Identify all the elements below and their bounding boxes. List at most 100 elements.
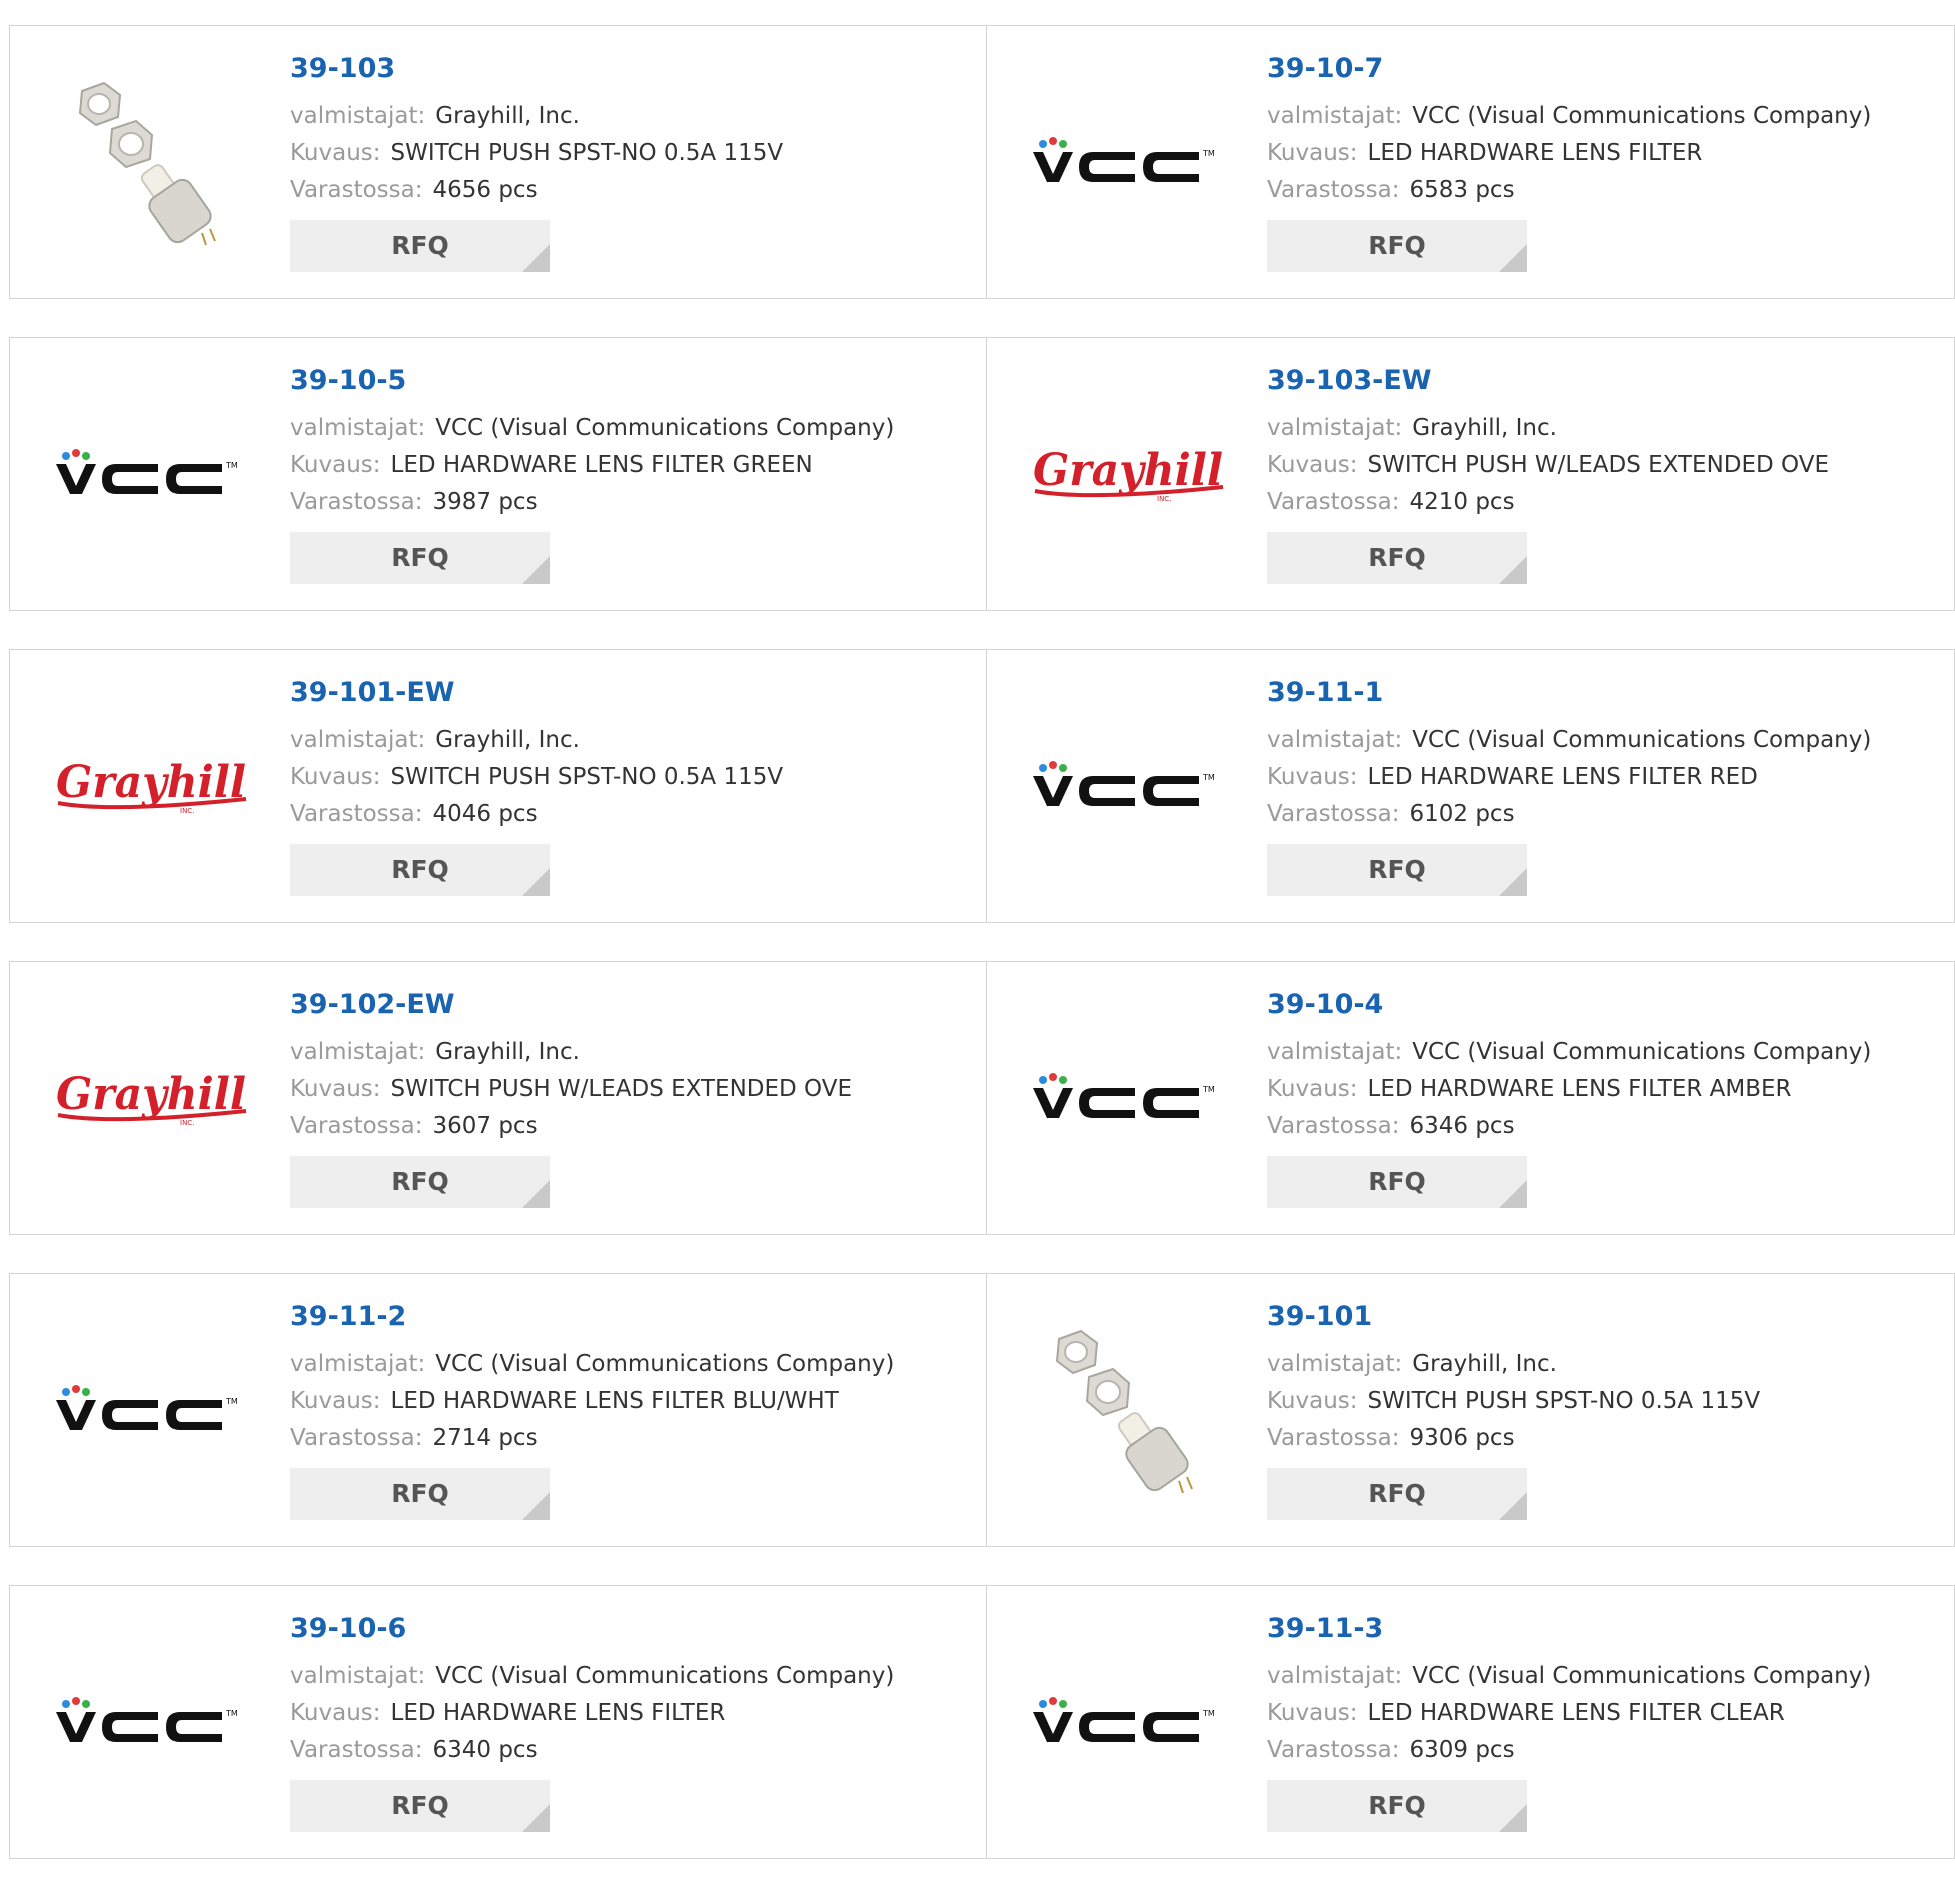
rfq-button-label: RFQ	[1368, 231, 1426, 260]
manufacturer-label: valmistajat:	[1267, 103, 1403, 129]
manufacturer-line: valmistajat: Grayhill, Inc.	[290, 1034, 852, 1071]
part-number-link[interactable]: 39-11-1	[1267, 676, 1871, 710]
rfq-button-label: RFQ	[1368, 855, 1426, 884]
svg-text:TM: TM	[225, 1709, 238, 1718]
vcc-logo-icon[interactable]: TM	[1023, 1633, 1235, 1811]
description-label: Kuvaus:	[1267, 452, 1358, 478]
stock-label: Varastossa:	[290, 1113, 423, 1139]
vcc-logo-icon[interactable]: TM	[46, 385, 258, 563]
stock-value: 6340 pcs	[432, 1737, 538, 1763]
product-card: 39-103 valmistajat: Grayhill, Inc. Kuvaus: S…	[9, 25, 987, 299]
rfq-button[interactable]: RFQ	[1267, 1156, 1527, 1208]
manufacturer-value: VCC (Visual Communications Company)	[1412, 727, 1872, 753]
product-info: 39-10-6 valmistajat: VCC (Visual Communica…	[290, 1612, 894, 1832]
description-value: LED HARDWARE LENS FILTER BLU/WHT	[390, 1388, 839, 1414]
product-card: TM 39-11-1 valmistajat: VCC (Visual Commun…	[987, 649, 1955, 923]
description-label: Kuvaus:	[290, 140, 381, 166]
description-label: Kuvaus:	[1267, 1700, 1358, 1726]
manufacturer-value: VCC (Visual Communications Company)	[1412, 1039, 1872, 1065]
switch-photo-icon[interactable]	[1023, 1321, 1235, 1499]
rfq-button[interactable]: RFQ	[290, 1468, 550, 1520]
part-number-link[interactable]: 39-11-2	[290, 1300, 894, 1334]
stock-label: Varastossa:	[1267, 177, 1400, 203]
vcc-logo-icon[interactable]: TM	[46, 1633, 258, 1811]
manufacturer-label: valmistajat:	[1267, 1663, 1403, 1689]
rfq-button[interactable]: RFQ	[290, 1156, 550, 1208]
description-label: Kuvaus:	[1267, 764, 1358, 790]
product-card: TM 39-11-3 valmistajat: VCC (Visual Commun…	[987, 1585, 1955, 1859]
description-line: Kuvaus: LED HARDWARE LENS FILTER	[1267, 135, 1871, 172]
description-line: Kuvaus: LED HARDWARE LENS FILTER RED	[1267, 759, 1871, 796]
stock-label: Varastossa:	[1267, 801, 1400, 827]
rfq-button[interactable]: RFQ	[290, 532, 550, 584]
product-info: 39-11-2 valmistajat: VCC (Visual Communica…	[290, 1300, 894, 1520]
manufacturer-label: valmistajat:	[1267, 1351, 1403, 1377]
stock-value: 3607 pcs	[432, 1113, 538, 1139]
manufacturer-line: valmistajat: VCC (Visual Communications C…	[1267, 1034, 1871, 1071]
manufacturer-line: valmistajat: VCC (Visual Communications C…	[290, 410, 894, 447]
description-line: Kuvaus: LED HARDWARE LENS FILTER CLEAR	[1267, 1695, 1871, 1732]
part-number-link[interactable]: 39-10-6	[290, 1612, 894, 1646]
vcc-logo-icon[interactable]: TM	[46, 1321, 258, 1499]
stock-line: Varastossa: 3607 pcs	[290, 1108, 852, 1145]
stock-label: Varastossa:	[290, 1737, 423, 1763]
part-number-link[interactable]: 39-103	[290, 52, 783, 86]
rfq-button[interactable]: RFQ	[290, 1780, 550, 1832]
vcc-logo-icon[interactable]: TM	[1023, 1009, 1235, 1187]
description-value: LED HARDWARE LENS FILTER	[1367, 140, 1703, 166]
stock-line: Varastossa: 6583 pcs	[1267, 172, 1871, 209]
part-number-link[interactable]: 39-10-7	[1267, 52, 1871, 86]
manufacturer-line: valmistajat: Grayhill, Inc.	[1267, 1346, 1760, 1383]
corner-triangle-icon	[522, 1804, 550, 1832]
rfq-button[interactable]: RFQ	[1267, 844, 1527, 896]
rfq-button[interactable]: RFQ	[1267, 220, 1527, 272]
svg-text:TM: TM	[225, 1397, 238, 1406]
product-card: Grayhill INC. 39-101-EW valmistajat: Grayh…	[9, 649, 987, 923]
part-number-link[interactable]: 39-101	[1267, 1300, 1760, 1334]
grayhill-logo-icon[interactable]: Grayhill INC.	[1023, 385, 1235, 563]
rfq-button[interactable]: RFQ	[1267, 1468, 1527, 1520]
stock-label: Varastossa:	[290, 177, 423, 203]
rfq-button[interactable]: RFQ	[1267, 532, 1527, 584]
part-number-link[interactable]: 39-103-EW	[1267, 364, 1829, 398]
product-card: TM 39-10-7 valmistajat: VCC (Visual Commun…	[987, 25, 1955, 299]
description-value: LED HARDWARE LENS FILTER RED	[1367, 764, 1758, 790]
grayhill-logo-icon[interactable]: Grayhill INC.	[46, 1009, 258, 1187]
rfq-button-label: RFQ	[1368, 543, 1426, 572]
vcc-logo-icon[interactable]: TM	[1023, 73, 1235, 251]
part-number-link[interactable]: 39-10-5	[290, 364, 894, 398]
stock-value: 4210 pcs	[1409, 489, 1515, 515]
manufacturer-line: valmistajat: VCC (Visual Communications C…	[1267, 1658, 1871, 1695]
corner-triangle-icon	[522, 868, 550, 896]
stock-line: Varastossa: 6346 pcs	[1267, 1108, 1871, 1145]
manufacturer-value: Grayhill, Inc.	[435, 1039, 580, 1065]
description-line: Kuvaus: LED HARDWARE LENS FILTER AMBER	[1267, 1071, 1871, 1108]
stock-line: Varastossa: 6309 pcs	[1267, 1732, 1871, 1769]
description-value: LED HARDWARE LENS FILTER CLEAR	[1367, 1700, 1785, 1726]
rfq-button[interactable]: RFQ	[1267, 1780, 1527, 1832]
description-label: Kuvaus:	[1267, 1388, 1358, 1414]
description-label: Kuvaus:	[290, 764, 381, 790]
rfq-button[interactable]: RFQ	[290, 844, 550, 896]
corner-triangle-icon	[1499, 556, 1527, 584]
product-card: 39-101 valmistajat: Grayhill, Inc. Kuvaus: S…	[987, 1273, 1955, 1547]
stock-line: Varastossa: 2714 pcs	[290, 1420, 894, 1457]
description-line: Kuvaus: SWITCH PUSH SPST-NO 0.5A 115V	[290, 759, 783, 796]
part-number-link[interactable]: 39-101-EW	[290, 676, 783, 710]
part-number-link[interactable]: 39-10-4	[1267, 988, 1871, 1022]
svg-text:INC.: INC.	[1157, 495, 1171, 503]
part-number-link[interactable]: 39-11-3	[1267, 1612, 1871, 1646]
description-line: Kuvaus: LED HARDWARE LENS FILTER BLU/WHT	[290, 1383, 894, 1420]
rfq-button[interactable]: RFQ	[290, 220, 550, 272]
part-number-link[interactable]: 39-102-EW	[290, 988, 852, 1022]
vcc-logo-icon[interactable]: TM	[1023, 697, 1235, 875]
grayhill-logo-icon[interactable]: Grayhill INC.	[46, 697, 258, 875]
product-row: Grayhill INC. 39-101-EW valmistajat: Grayh…	[9, 649, 1955, 923]
stock-value: 6346 pcs	[1409, 1113, 1515, 1139]
switch-photo-icon[interactable]	[46, 73, 258, 251]
svg-text:TM: TM	[1202, 149, 1215, 158]
corner-triangle-icon	[522, 244, 550, 272]
product-row: Grayhill INC. 39-102-EW valmistajat: Grayh…	[9, 961, 1955, 1235]
description-label: Kuvaus:	[290, 1076, 381, 1102]
svg-text:INC.: INC.	[180, 1119, 194, 1127]
